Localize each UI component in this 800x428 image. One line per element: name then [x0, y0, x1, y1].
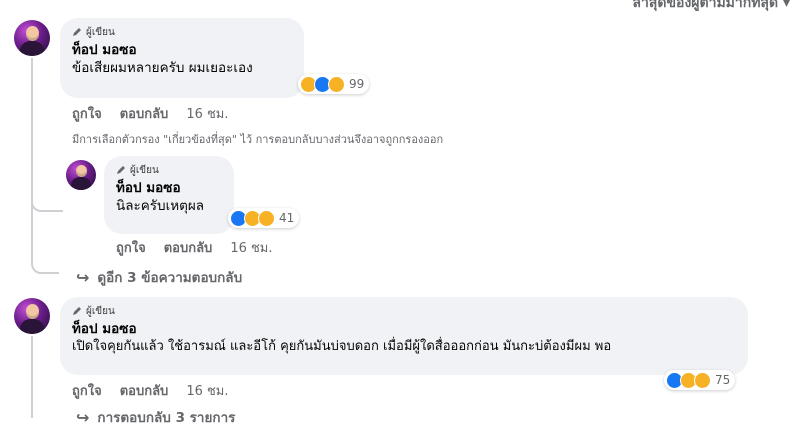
- view-more-replies-button[interactable]: ↪ ดูอีก 3 ข้อความตอบกลับ: [76, 266, 242, 288]
- commenter-name[interactable]: ท็อป มอซอ: [72, 320, 736, 338]
- author-badge: ผู้เขียน: [72, 304, 736, 318]
- timestamp[interactable]: 16 ชม.: [186, 103, 228, 124]
- reply-button[interactable]: ตอบกลับ: [164, 237, 213, 258]
- thread-connector: [31, 208, 59, 274]
- comment-text: ข้อเสียผมหลายครับ ผมเยอะเอง: [72, 60, 253, 76]
- reply-button[interactable]: ตอบกลับ: [120, 380, 169, 401]
- commenter-name[interactable]: ท็อป มอซอ: [116, 179, 222, 197]
- author-badge: ผู้เขียน: [72, 25, 292, 39]
- reply-arrow-icon: ↪: [76, 267, 90, 287]
- thread-line: [31, 58, 33, 208]
- reaction-count: 99: [349, 77, 365, 91]
- comment-actions: ถูกใจ ตอบกลับ 16 ชม.: [116, 237, 273, 258]
- pencil-icon: [73, 28, 81, 36]
- avatar[interactable]: [14, 20, 50, 56]
- thread-line: [31, 336, 33, 418]
- view-replies-label: การตอบกลับ 3 รายการ: [97, 410, 236, 426]
- reply-arrow-icon: ↪: [76, 407, 90, 427]
- timestamp[interactable]: 16 ชม.: [230, 237, 272, 258]
- comment-bubble: ผู้เขียน ท็อป มอซอ ข้อเสียผมหลายครับ ผมเ…: [60, 18, 304, 98]
- reactions-summary[interactable]: 99: [298, 74, 370, 94]
- comment-bubble: ผู้เขียน ท็อป มอซอ นิละครับเหตุผล: [104, 156, 234, 234]
- sort-dropdown[interactable]: ล่าสุดของผู้ตามมากที่สุด ▾: [632, 0, 790, 14]
- view-replies-button[interactable]: ↪ การตอบกลับ 3 รายการ: [76, 406, 235, 428]
- reactions-summary[interactable]: 41: [228, 208, 300, 228]
- reaction-count: 75: [715, 373, 731, 387]
- reactions-summary[interactable]: 75: [664, 370, 736, 390]
- reaction-count: 41: [279, 211, 295, 225]
- comment-text: นิละครับเหตุผล: [116, 198, 205, 214]
- comment-actions: ถูกใจ ตอบกลับ 16 ชม.: [72, 103, 229, 124]
- like-button[interactable]: ถูกใจ: [116, 237, 146, 258]
- avatar[interactable]: [14, 298, 50, 334]
- like-button[interactable]: ถูกใจ: [72, 103, 102, 124]
- pencil-icon: [117, 166, 125, 174]
- avatar[interactable]: [66, 160, 96, 190]
- comment-actions: ถูกใจ ตอบกลับ 16 ชม.: [72, 380, 229, 401]
- comment-bubble: ผู้เขียน ท็อป มอซอ เปิดใจคุยกันแล้ว ใช้อ…: [60, 297, 748, 375]
- timestamp[interactable]: 16 ชม.: [186, 380, 228, 401]
- filter-note: มีการเลือกตัวกรอง "เกี่ยวข้องที่สุด" ไว้…: [72, 133, 444, 146]
- sad-reaction-icon: [258, 209, 275, 227]
- comment-text: เปิดใจคุยกันแล้ว ใช้อารมณ์ และอีโก้ คุยก…: [72, 339, 612, 354]
- commenter-name[interactable]: ท็อป มอซอ: [72, 41, 292, 59]
- pencil-icon: [73, 307, 81, 315]
- author-badge: ผู้เขียน: [116, 163, 222, 177]
- reply-button[interactable]: ตอบกลับ: [120, 103, 169, 124]
- sad-reaction-icon: [328, 75, 345, 93]
- like-button[interactable]: ถูกใจ: [72, 380, 102, 401]
- sad-reaction-icon: [694, 371, 711, 389]
- view-more-label: ดูอีก 3 ข้อความตอบกลับ: [97, 270, 243, 286]
